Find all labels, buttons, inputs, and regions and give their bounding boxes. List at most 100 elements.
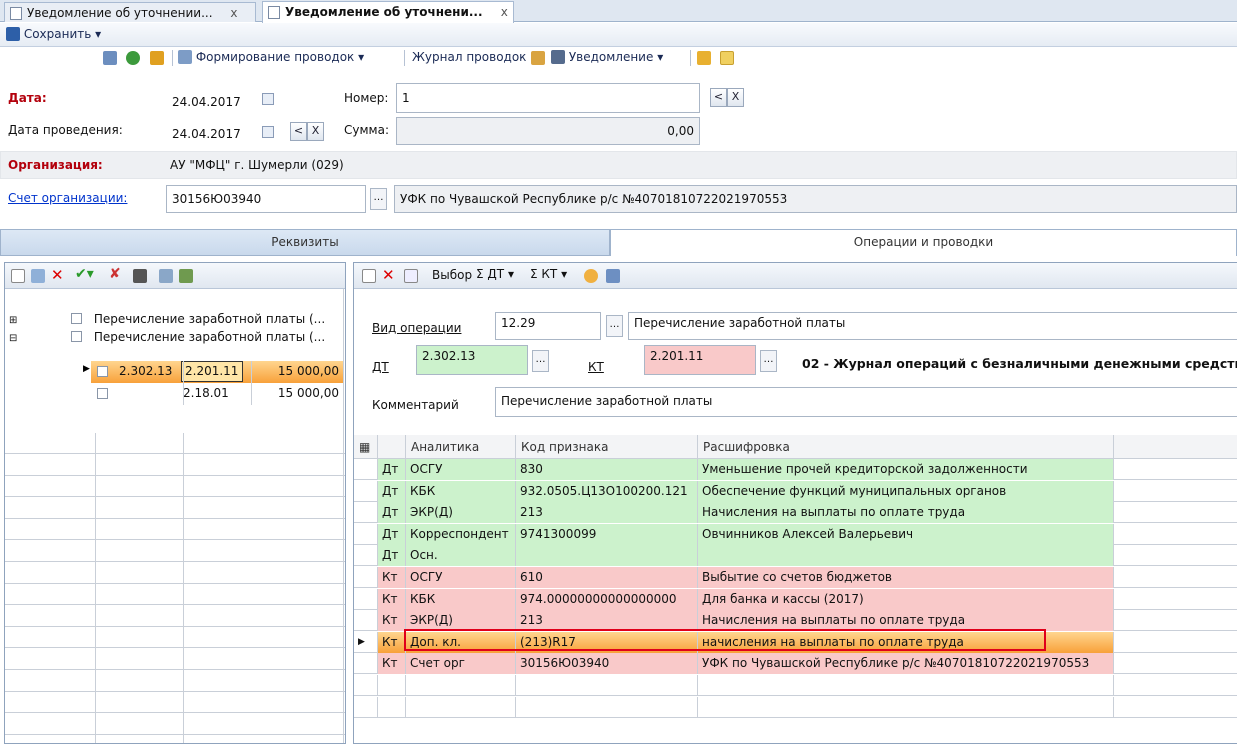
hand-icon[interactable] — [584, 269, 598, 283]
exit-icon[interactable] — [697, 51, 711, 65]
cell-side[interactable]: Кт — [378, 610, 406, 632]
analytics-row[interactable]: Дт ОСГУ 830 Уменьшение прочей кредиторской … — [354, 459, 1237, 480]
cell-code[interactable]: 974.00000000000000000 — [516, 588, 698, 610]
analytics-row[interactable]: Кт Счет орг 30156Ю03940 УФК по Чувашской Ре… — [354, 653, 1237, 675]
group-row[interactable]: Перечисление заработной платы (... — [71, 330, 325, 344]
refresh-icon[interactable] — [126, 51, 140, 65]
copy-icon[interactable] — [531, 51, 545, 65]
pencil-icon[interactable] — [103, 51, 117, 65]
cell-code[interactable]: 830 — [516, 459, 698, 480]
new-icon[interactable] — [362, 269, 376, 283]
cell-name[interactable]: Счет орг — [406, 653, 516, 675]
cell-side[interactable]: Кт — [378, 588, 406, 610]
analytics-row[interactable]: Дт Корреспондент 9741300099 Овчинников Алек… — [354, 523, 1237, 545]
collapse-icon[interactable] — [179, 269, 193, 283]
cell-side[interactable]: Дт — [378, 459, 406, 480]
posting-row[interactable]: 2.18.01 15 000,00 — [91, 383, 343, 404]
calendar-icon[interactable] — [262, 126, 274, 138]
row-checkbox[interactable] — [71, 331, 82, 342]
cell-desc[interactable] — [698, 545, 1114, 567]
sum-kt-button[interactable]: Σ КТ ▾ — [530, 267, 567, 281]
close-icon[interactable]: x — [230, 6, 237, 20]
row-checkbox[interactable] — [97, 366, 108, 377]
cell-desc[interactable]: Уменьшение прочей кредиторской задолженн… — [698, 459, 1114, 480]
number-prev-button[interactable]: < — [710, 88, 727, 107]
collapse-toggle[interactable]: ⊟ — [9, 333, 17, 344]
analytics-row[interactable]: Дт КБК 932.0505.Ц13О100200.121 Обеспечение … — [354, 480, 1237, 502]
grid-menu-icon[interactable]: ▦ — [354, 435, 378, 459]
journal-button[interactable]: Журнал проводок — [412, 50, 526, 67]
cell-side[interactable]: Дт — [378, 523, 406, 545]
cell-side[interactable]: Дт — [378, 480, 406, 502]
choose-button[interactable]: Выбор — [432, 268, 472, 282]
delete-icon[interactable]: ✕ — [382, 266, 395, 284]
copy-icon[interactable] — [404, 269, 418, 283]
notice-button[interactable]: Уведомление ▾ — [551, 50, 663, 67]
edit-icon[interactable] — [31, 269, 45, 283]
operation-type-link[interactable]: Вид операции — [372, 321, 461, 335]
cell-code[interactable]: 9741300099 — [516, 523, 698, 545]
cell-name[interactable]: КБК — [406, 588, 516, 610]
cell-desc[interactable]: Овчинников Алексей Валерьевич — [698, 523, 1114, 545]
kt-picker-button[interactable]: … — [760, 350, 777, 372]
posting-row-selected[interactable]: ▶ 2.302.13 2.201.11 15 000,00 — [83, 361, 343, 383]
kt-link[interactable]: КТ — [588, 360, 604, 374]
operation-picker-button[interactable]: … — [606, 315, 623, 337]
post-date-clear-button[interactable]: X — [307, 122, 324, 141]
cell-name[interactable]: Корреспондент — [406, 523, 516, 545]
save-button[interactable]: Сохранить ▾ — [6, 27, 101, 44]
row-checkbox[interactable] — [97, 388, 108, 399]
cell-name[interactable]: КБК — [406, 480, 516, 502]
postings-button[interactable]: Формирование проводок ▾ — [178, 50, 364, 67]
cell-desc[interactable]: Выбытие со счетов бюджетов — [698, 567, 1114, 588]
cell-code[interactable]: 610 — [516, 567, 698, 588]
analytics-row[interactable]: Кт КБК 974.00000000000000000 Для банка и ка… — [354, 588, 1237, 610]
tab-notice-1[interactable]: Уведомление об уточнении... x — [4, 2, 256, 22]
cell-name[interactable]: ОСГУ — [406, 459, 516, 480]
tab-requisites[interactable]: Реквизиты — [0, 229, 610, 256]
analytics-row[interactable]: Кт ОСГУ 610 Выбытие со счетов бюджетов — [354, 567, 1237, 588]
cell-side[interactable]: Кт — [378, 631, 406, 653]
account-field[interactable]: 30156Ю03940 — [166, 185, 366, 213]
close-icon[interactable]: x — [501, 5, 508, 19]
cell-desc[interactable]: Обеспечение функций муниципальных органо… — [698, 480, 1114, 502]
print-preview-icon[interactable] — [150, 51, 164, 65]
cell-code[interactable]: 932.0505.Ц13О100200.121 — [516, 480, 698, 502]
cell-desc[interactable]: Начисления на выплаты по оплате труда — [698, 502, 1114, 524]
cell-desc[interactable]: УФК по Чувашской Республике р/с №4070181… — [698, 653, 1114, 675]
post-date-prev-button[interactable]: < — [290, 122, 307, 141]
calendar-icon[interactable] — [262, 93, 274, 105]
find-icon[interactable] — [133, 269, 147, 283]
col-decode[interactable]: Расшифровка — [698, 435, 1114, 459]
expand-toggle[interactable]: ⊞ — [9, 315, 17, 326]
check-icon[interactable]: ✔▾ — [75, 266, 94, 282]
number-field[interactable]: 1 — [396, 83, 700, 113]
dt-link[interactable]: ДТ — [372, 360, 389, 374]
row-checkbox[interactable] — [71, 313, 82, 324]
sum-dt-button[interactable]: Σ ДТ ▾ — [476, 267, 514, 281]
cell-code[interactable] — [516, 545, 698, 567]
cell-name[interactable]: Осн. — [406, 545, 516, 567]
cell-code[interactable]: 213 — [516, 502, 698, 524]
analytics-row[interactable]: Дт ЭКР(Д) 213 Начисления на выплаты по опла… — [354, 502, 1237, 524]
dt-picker-button[interactable]: … — [532, 350, 549, 372]
cell-side[interactable]: Дт — [378, 502, 406, 524]
uncheck-icon[interactable]: ✘ — [109, 266, 121, 282]
cell-side[interactable]: Кт — [378, 567, 406, 588]
window-icon[interactable] — [606, 269, 620, 283]
cell-name[interactable]: ЭКР(Д) — [406, 502, 516, 524]
cell-side[interactable]: Кт — [378, 653, 406, 675]
delete-icon[interactable]: ✕ — [51, 266, 64, 284]
col-code[interactable]: Код признака — [516, 435, 698, 459]
col-analytics[interactable]: Аналитика — [406, 435, 516, 459]
comment-field[interactable]: Перечисление заработной платы — [495, 387, 1237, 417]
group-row[interactable]: Перечисление заработной платы (... — [71, 312, 325, 326]
kt-cell[interactable]: 2.201.11 — [181, 361, 243, 382]
expand-icon[interactable] — [159, 269, 173, 283]
tab-notice-2[interactable]: Уведомление об уточнени... x — [262, 1, 514, 23]
new-icon[interactable] — [11, 269, 25, 283]
cell-side[interactable]: Дт — [378, 545, 406, 567]
number-clear-button[interactable]: X — [727, 88, 744, 107]
cell-code[interactable]: 30156Ю03940 — [516, 653, 698, 675]
tab-operations[interactable]: Операции и проводки — [610, 229, 1237, 256]
